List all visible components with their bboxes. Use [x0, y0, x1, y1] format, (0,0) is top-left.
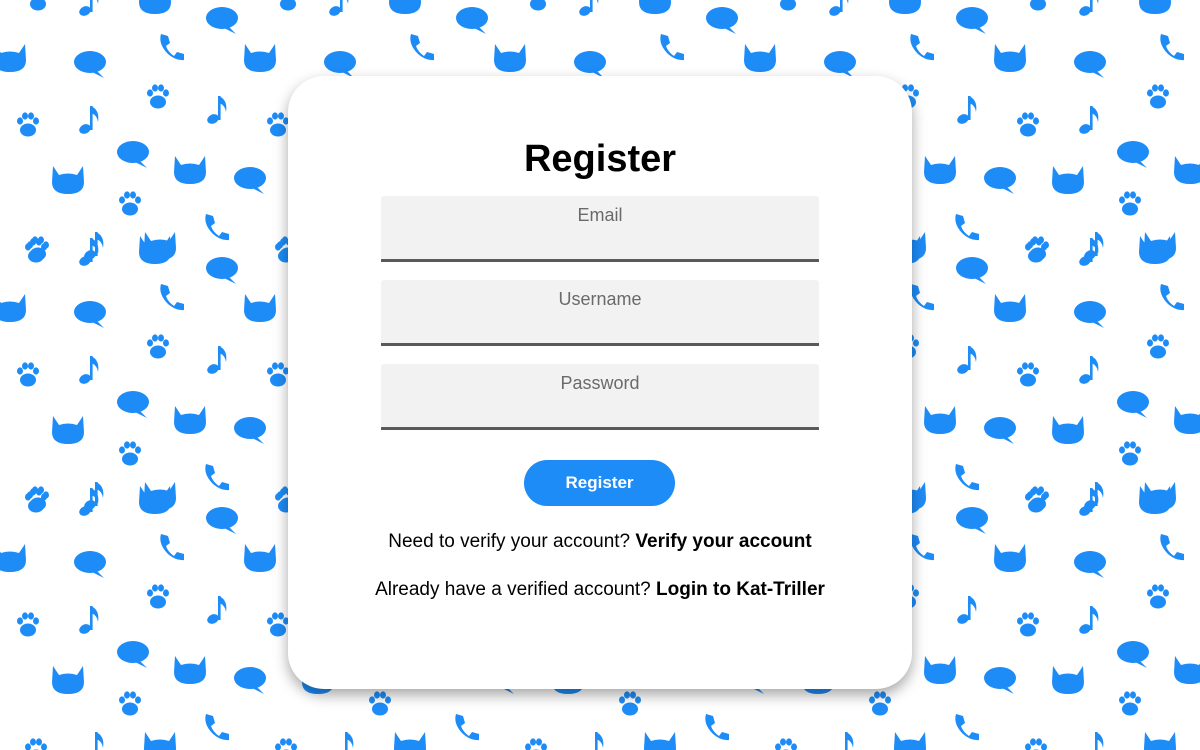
- password-placeholder: Password: [560, 373, 640, 393]
- verify-line: Need to verify your account? Verify your…: [0, 531, 1200, 553]
- register-form: Register Email Username Password Registe…: [0, 0, 1200, 750]
- login-prompt: Already have a verified account?: [375, 579, 651, 600]
- verify-prompt: Need to verify your account?: [388, 531, 631, 552]
- username-placeholder: Username: [558, 289, 642, 309]
- email-field[interactable]: Email: [381, 196, 819, 262]
- page-title: Register: [523, 138, 677, 180]
- username-field[interactable]: Username: [381, 280, 819, 346]
- register-button[interactable]: Register: [524, 460, 675, 506]
- password-field[interactable]: Password: [381, 364, 819, 430]
- email-placeholder: Email: [577, 205, 623, 225]
- verify-account-link[interactable]: Verify your account: [635, 531, 811, 552]
- login-line: Already have a verified account? Login t…: [0, 579, 1200, 601]
- login-link[interactable]: Login to Kat-Triller: [656, 579, 825, 600]
